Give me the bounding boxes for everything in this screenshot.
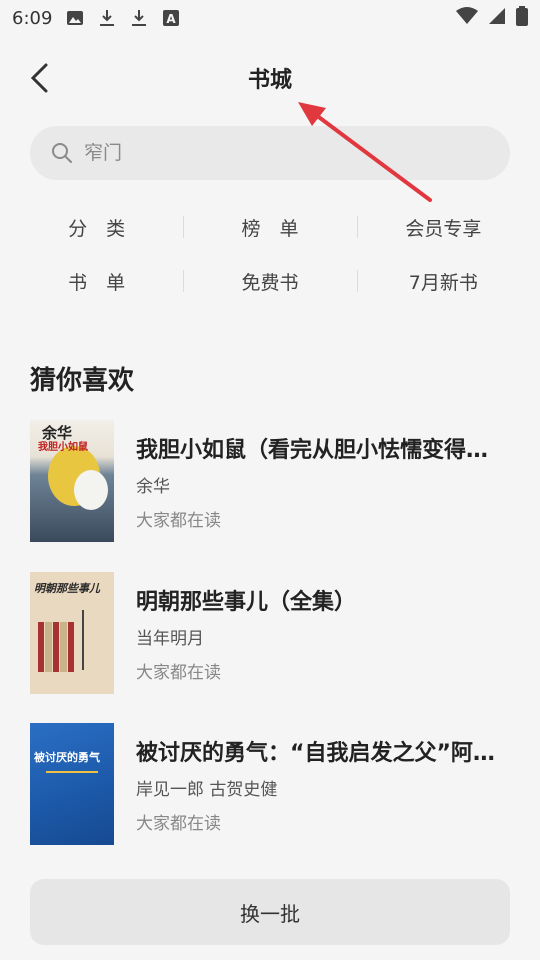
book-item[interactable]: 被讨厌的勇气 被讨厌的勇气：“自我启发之父”阿… 岸见一郎 古贺史健 大家都在读: [30, 723, 510, 845]
book-title: 我胆小如鼠（看完从胆小怯懦变得…: [136, 438, 489, 463]
status-bar: 6:09 A: [0, 0, 540, 36]
search-icon: [50, 141, 74, 165]
category-nav: 分 类 榜 单 会员专享 书 单 免费书 7月新书: [10, 200, 530, 310]
nav-row: 分 类 榜 单 会员专享: [10, 200, 530, 254]
section-title: 猜你喜欢: [30, 366, 135, 396]
nav-item-category[interactable]: 分 类: [10, 214, 183, 241]
search-bar[interactable]: [30, 126, 510, 180]
nav-item-booklist[interactable]: 书 单: [10, 268, 183, 295]
page-title: 书城: [247, 68, 292, 93]
book-meta: 大家都在读: [136, 814, 221, 834]
signal-icon: [488, 7, 506, 30]
image-icon: [66, 9, 84, 27]
book-author: 余华: [136, 477, 170, 497]
status-time: 6:09: [12, 7, 53, 29]
nav-item-new-books[interactable]: 7月新书: [356, 268, 530, 295]
svg-text:A: A: [167, 12, 177, 26]
book-author: 岸见一郎 古贺史健: [136, 780, 278, 800]
refresh-button[interactable]: 换一批: [30, 879, 510, 945]
book-item[interactable]: 明朝那些事儿 明朝那些事儿（全集） 当年明月 大家都在读: [30, 572, 510, 694]
book-item[interactable]: 余华 我胆小如鼠 我胆小如鼠（看完从胆小怯懦变得… 余华 大家都在读: [30, 420, 510, 542]
wifi-icon: [456, 6, 478, 30]
nav-item-member[interactable]: 会员专享: [356, 214, 530, 241]
download-icon: [98, 9, 116, 27]
download-icon: [130, 9, 148, 27]
book-meta: 大家都在读: [136, 511, 221, 531]
nav-item-ranking[interactable]: 榜 单: [183, 214, 356, 241]
header: 书城: [0, 46, 540, 110]
cover-title: 被讨厌的勇气: [34, 751, 100, 764]
cover-subtitle: 我胆小如鼠: [38, 442, 88, 453]
nav-item-free[interactable]: 免费书: [183, 268, 356, 295]
book-cover: 被讨厌的勇气: [30, 723, 114, 845]
book-title: 被讨厌的勇气：“自我启发之父”阿…: [136, 741, 495, 766]
cover-title: 明朝那些事儿: [34, 582, 100, 595]
battery-icon: [516, 5, 528, 31]
book-cover: 明朝那些事儿: [30, 572, 114, 694]
book-title: 明朝那些事儿（全集）: [136, 590, 357, 615]
book-cover: 余华 我胆小如鼠: [30, 420, 114, 542]
nav-row: 书 单 免费书 7月新书: [10, 254, 530, 308]
font-icon: A: [162, 9, 180, 27]
book-author: 当年明月: [136, 629, 204, 649]
search-input[interactable]: [84, 142, 464, 164]
book-meta: 大家都在读: [136, 663, 221, 683]
